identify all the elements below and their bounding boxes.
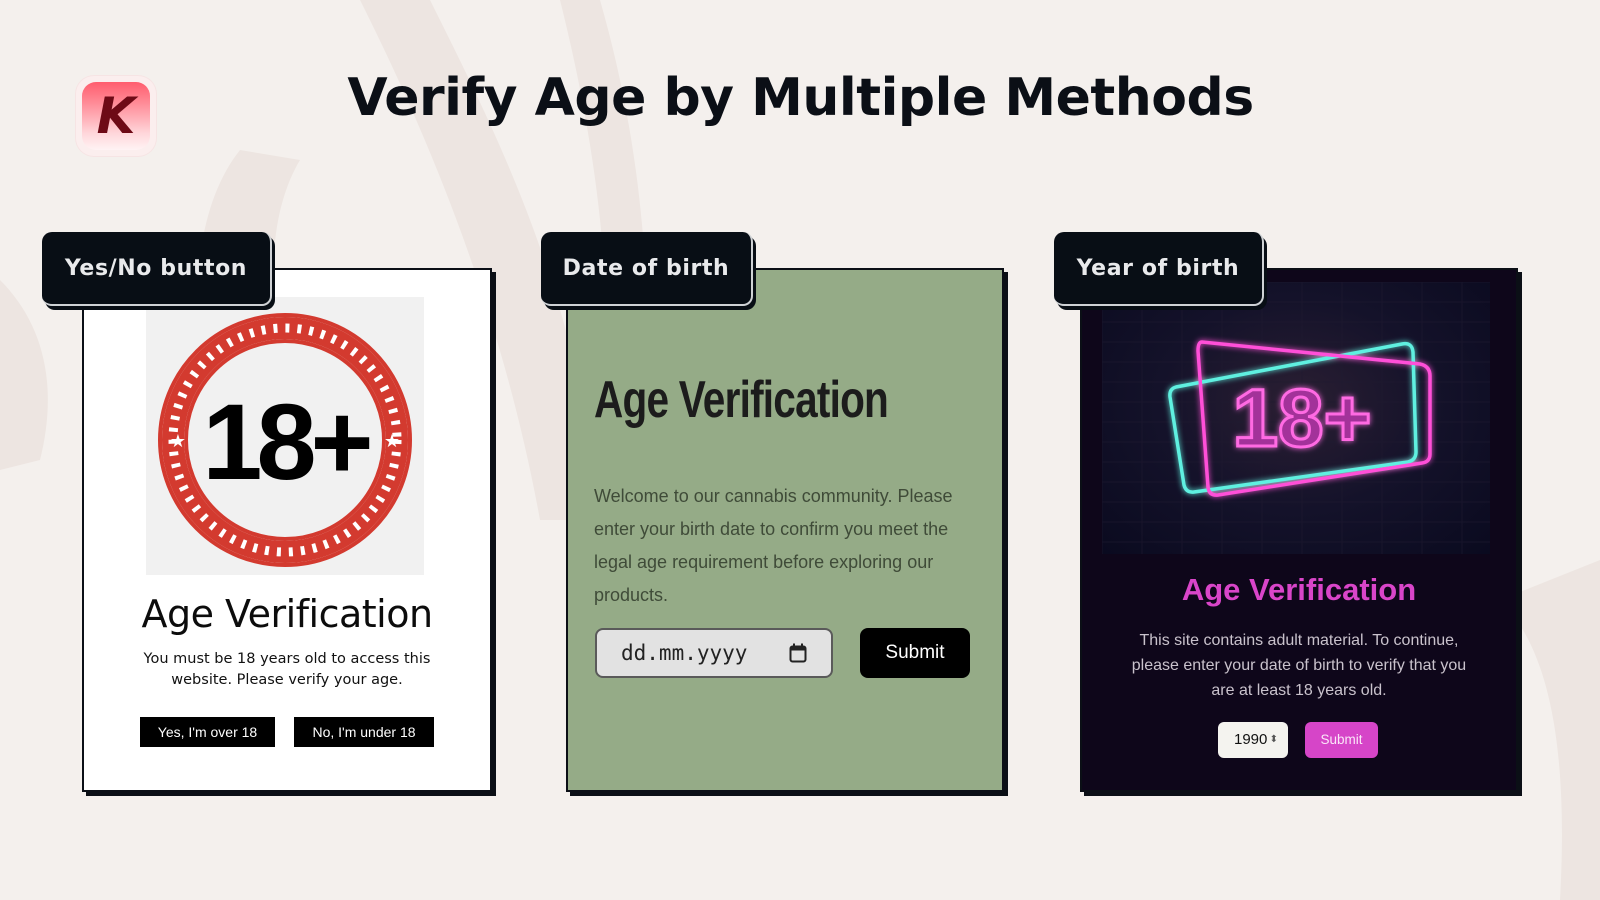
date-of-birth-verification-card: Age Verification Welcome to our cannabis…: [566, 268, 1004, 792]
yes-no-verification-card: ★ ★ 18+ Age Verification You must be 18 …: [82, 268, 492, 792]
year-value: 1990: [1234, 731, 1268, 748]
calendar-icon[interactable]: [789, 643, 807, 663]
birth-date-input[interactable]: dd.mm.yyyy: [595, 628, 833, 678]
neon-badge-text: 18+: [1232, 373, 1371, 464]
no-under-18-button[interactable]: No, I'm under 18: [294, 717, 434, 747]
submit-button[interactable]: Submit: [1305, 722, 1378, 758]
card-description: Welcome to our cannabis community. Pleas…: [594, 486, 953, 605]
card-description: This site contains adult material. To co…: [1131, 632, 1467, 699]
badge-text: 18+: [202, 381, 369, 502]
page-title: Verify Age by Multiple Methods: [347, 68, 1254, 128]
card-title: Age Verification: [1181, 572, 1417, 607]
card-title: Age Verification: [141, 592, 433, 636]
spinner-arrows-icon[interactable]: ⬍: [1270, 722, 1278, 758]
neon-18-icon: 18+: [1102, 282, 1490, 554]
method-tag-yes-no: Yes/No button: [42, 232, 272, 306]
card-title: Age Verification: [594, 371, 889, 429]
birth-year-input[interactable]: 1990 ⬍: [1218, 722, 1288, 758]
yes-over-18-button[interactable]: Yes, I'm over 18: [140, 717, 275, 747]
date-placeholder: dd.mm.yyyy: [621, 641, 748, 665]
neon-18-image: 18+: [1102, 282, 1490, 554]
svg-text:★: ★: [384, 431, 400, 451]
method-tag-date-of-birth: Date of birth: [541, 232, 753, 306]
svg-text:★: ★: [170, 431, 186, 451]
submit-button[interactable]: Submit: [860, 628, 970, 678]
method-tag-year-of-birth: Year of birth: [1054, 232, 1264, 306]
year-of-birth-verification-card: 18+ Age Verification This site contains …: [1080, 268, 1518, 792]
age-18-badge-image: ★ ★ 18+: [146, 297, 424, 575]
card-description: You must be 18 years old to access this …: [143, 651, 431, 688]
age-18-badge-icon: ★ ★ 18+: [158, 313, 412, 567]
